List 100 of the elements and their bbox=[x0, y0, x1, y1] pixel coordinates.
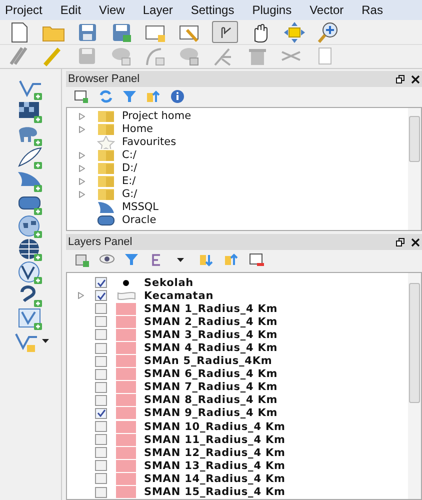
caret-icon[interactable] bbox=[42, 339, 48, 344]
layer-name[interactable]: SMAN 2_Radius_4 Km bbox=[144, 316, 278, 328]
layer-name[interactable]: SMAN 6_Radius_4 Km bbox=[144, 368, 278, 380]
checkbox[interactable] bbox=[95, 460, 107, 472]
checkbox[interactable] bbox=[95, 316, 107, 328]
folder-icon bbox=[97, 123, 115, 136]
layer-name[interactable]: SMAN 7_Radius_4 Km bbox=[144, 381, 278, 394]
layer-name[interactable]: SMAN 13_Radius_4 Km bbox=[144, 460, 286, 472]
refresh-icon[interactable] bbox=[98, 88, 113, 104]
folder-icon bbox=[97, 175, 115, 188]
expand-arrow-icon[interactable] bbox=[78, 292, 84, 300]
tree-item[interactable]: Oracle bbox=[122, 212, 156, 228]
globe-plus-icon[interactable] bbox=[17, 215, 44, 238]
checkbox[interactable] bbox=[95, 394, 107, 406]
layer-name[interactable]: SMAn 5_Radius_4Km bbox=[144, 355, 272, 368]
layer-name[interactable]: SMAN 12_Radius_4 Km bbox=[144, 446, 286, 459]
feather-plus-icon[interactable] bbox=[17, 146, 44, 169]
tree-item[interactable]: Home bbox=[122, 122, 154, 138]
scrollbar[interactable] bbox=[408, 273, 421, 499]
checkbox[interactable] bbox=[95, 473, 107, 484]
move-feature-icon[interactable] bbox=[178, 45, 201, 68]
checkbox[interactable] bbox=[95, 303, 107, 314]
menu-item[interactable]: Settings bbox=[190, 1, 234, 19]
fin-icon bbox=[97, 201, 115, 214]
add-group-icon[interactable] bbox=[74, 252, 90, 268]
checkbox[interactable] bbox=[95, 290, 107, 302]
node-icon[interactable] bbox=[144, 45, 167, 68]
checkbox[interactable] bbox=[95, 277, 107, 288]
scroll-thumb[interactable] bbox=[409, 116, 420, 162]
tree-item[interactable]: Project home bbox=[122, 108, 192, 124]
menu-item[interactable]: View bbox=[99, 1, 125, 19]
polygon-icon bbox=[116, 290, 136, 301]
panel-title: Layers Panel bbox=[68, 234, 132, 250]
float-icon[interactable] bbox=[396, 238, 405, 246]
grid-plus-icon[interactable] bbox=[17, 100, 44, 123]
checkbox[interactable] bbox=[95, 486, 107, 498]
expand-arrow-icon[interactable] bbox=[79, 152, 85, 159]
menu-item[interactable]: Project bbox=[5, 1, 42, 19]
expand-arrow-icon[interactable] bbox=[79, 178, 85, 185]
checkbox[interactable] bbox=[95, 447, 107, 458]
pan-arrows-icon[interactable] bbox=[283, 20, 306, 44]
filter-icon[interactable] bbox=[124, 252, 140, 268]
layer-name[interactable]: SMAN 8_Radius_4 Km bbox=[144, 394, 278, 406]
menu-item[interactable]: Layer bbox=[142, 1, 173, 19]
zoom-in-icon[interactable] bbox=[317, 20, 340, 44]
menu-item[interactable]: Vector bbox=[310, 1, 344, 19]
checkbox[interactable] bbox=[95, 408, 107, 419]
tree-item[interactable]: E:/ bbox=[122, 174, 136, 190]
layer-name[interactable]: SMAN 11_Radius_4 Km bbox=[144, 434, 286, 446]
menu-item[interactable]: Ras bbox=[362, 1, 383, 19]
dot-icon bbox=[123, 280, 129, 286]
add-feature-icon[interactable] bbox=[110, 45, 133, 68]
checkbox[interactable] bbox=[95, 382, 107, 393]
checkbox[interactable] bbox=[95, 329, 107, 340]
checkbox[interactable] bbox=[95, 421, 107, 432]
menu-item[interactable]: Edit bbox=[60, 1, 82, 19]
check-icon bbox=[96, 409, 106, 418]
expand-arrow-icon[interactable] bbox=[79, 191, 85, 198]
star-icon bbox=[97, 136, 115, 149]
tree-item[interactable]: G:/ bbox=[122, 186, 138, 202]
map-plus-icon[interactable] bbox=[17, 307, 44, 330]
layer-name[interactable]: SMAN 3_Radius_4 Km bbox=[144, 328, 278, 341]
expand-arrow-icon[interactable] bbox=[79, 165, 85, 172]
collapse-all-icon[interactable] bbox=[224, 252, 240, 268]
expand-arrow-icon[interactable] bbox=[79, 113, 85, 120]
globe-plus-icon[interactable] bbox=[17, 261, 44, 284]
checkbox[interactable] bbox=[95, 342, 107, 354]
remove-layer-icon[interactable] bbox=[249, 252, 265, 268]
layer-name[interactable]: Kecamatan bbox=[144, 290, 214, 302]
tree-item[interactable]: D:/ bbox=[122, 160, 138, 176]
tree-item[interactable]: Favourites bbox=[122, 134, 176, 150]
checkbox[interactable] bbox=[95, 434, 107, 446]
expand-all-icon[interactable] bbox=[199, 252, 215, 268]
fin-plus-icon[interactable] bbox=[17, 169, 44, 192]
layer-name[interactable]: Sekolah bbox=[144, 276, 194, 289]
layer-name[interactable]: SMAN 15_Radius_4 Km bbox=[144, 486, 286, 498]
folder-icon bbox=[97, 149, 115, 162]
globe-plus-icon[interactable] bbox=[17, 238, 44, 261]
layer-name[interactable]: SMAN 4_Radius_4 Km bbox=[144, 342, 278, 354]
tree-item[interactable]: C:/ bbox=[122, 148, 136, 164]
close-icon[interactable] bbox=[411, 74, 420, 84]
collapse-icon[interactable] bbox=[146, 88, 161, 104]
layer-name[interactable]: SMAN 10_Radius_4 Km bbox=[144, 420, 286, 433]
checkbox[interactable] bbox=[95, 368, 107, 380]
scrollbar[interactable] bbox=[408, 108, 421, 230]
capsule-icon bbox=[97, 214, 115, 227]
tree-item[interactable]: MSSQL bbox=[122, 200, 159, 216]
scroll-thumb[interactable] bbox=[409, 283, 420, 403]
layer-name[interactable]: SMAN 1_Radius_4 Km bbox=[144, 302, 278, 315]
float-icon[interactable] bbox=[396, 74, 405, 84]
add-selected-icon[interactable] bbox=[74, 88, 89, 104]
menu-item[interactable]: Plugins bbox=[252, 1, 292, 19]
info-icon[interactable] bbox=[170, 88, 185, 104]
layer-name[interactable]: SMAN 14_Radius_4 Km bbox=[144, 472, 286, 485]
layer-name[interactable]: SMAN 9_Radius_4 Km bbox=[144, 407, 278, 420]
folder-icon bbox=[97, 188, 115, 201]
close-icon[interactable] bbox=[411, 238, 420, 246]
checkbox[interactable] bbox=[95, 356, 107, 367]
expand-arrow-icon[interactable] bbox=[79, 126, 85, 133]
touch-button[interactable] bbox=[212, 21, 238, 43]
